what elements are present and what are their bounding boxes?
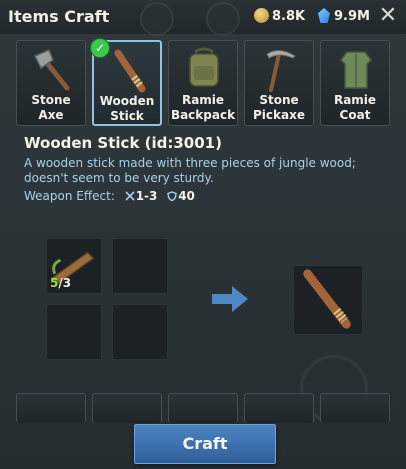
tab-ramie-backpack[interactable]: Ramie Backpack [168, 40, 238, 126]
ingredient-slot[interactable]: 5/3 [46, 238, 102, 294]
window-title: Items Craft [8, 7, 110, 26]
result-slot[interactable] [293, 265, 363, 335]
ingredient-slot-empty [46, 304, 102, 360]
arrow-right-icon [212, 286, 248, 312]
tab-label: Ramie Coat [333, 93, 377, 122]
item-description: A wooden stick made with three pieces of… [24, 156, 356, 185]
coin-counter: 8.8K [254, 8, 305, 24]
craft-button[interactable]: Craft [134, 424, 276, 464]
ingredient-count: 5/3 [50, 276, 71, 290]
tab-label: Stone Pickaxe [253, 93, 305, 122]
gem-counter: 9.9M [318, 8, 370, 24]
close-icon: ✕ [378, 3, 398, 28]
weapon-effect-label: Weapon Effect: [24, 189, 115, 203]
close-button[interactable]: ✕ [376, 3, 400, 29]
tab-label: Stone Axe [31, 93, 71, 122]
wooden-stick-icon [114, 49, 146, 93]
gem-icon [318, 8, 330, 23]
tab-more-item[interactable] [16, 393, 86, 423]
tab-more-item[interactable] [168, 393, 238, 423]
ramie-backpack-icon [189, 47, 219, 87]
tab-ramie-coat[interactable]: Ramie Coat [320, 40, 390, 126]
tab-more-item[interactable] [92, 393, 162, 423]
ingredient-slot-empty [112, 238, 168, 294]
coin-icon [254, 8, 269, 23]
tab-more-item[interactable] [320, 393, 390, 423]
emblem-icon [206, 2, 240, 36]
item-info: Wooden Stick (id:3001) A wooden stick ma… [0, 128, 406, 208]
tab-wooden-stick[interactable]: ✓ Wooden Stick [90, 38, 162, 126]
defense-value: 40 [178, 189, 195, 203]
item-name: Wooden Stick (id:3001) [24, 134, 222, 152]
tab-label: Wooden Stick [99, 94, 155, 123]
tab-stone-pickaxe[interactable]: Stone Pickaxe [244, 40, 314, 126]
tab-more-item[interactable] [244, 393, 314, 423]
shield-icon [167, 191, 177, 201]
ingredient-need: /3 [58, 276, 72, 290]
item-tabs: Stone Axe ✓ Wooden Stick Ramie Backpack … [16, 38, 406, 128]
coin-amount: 8.8K [272, 9, 306, 24]
ingredient-slot-empty [112, 304, 168, 360]
stone-pickaxe-icon [266, 50, 296, 92]
gem-amount: 9.9M [334, 9, 370, 24]
header-bar: Items Craft 8.8K 9.9M ✕ [0, 0, 406, 36]
wooden-stick-icon [303, 269, 351, 329]
tab-stone-axe[interactable]: Stone Axe [16, 40, 86, 126]
stone-axe-icon [33, 49, 70, 91]
weapon-effect: Weapon Effect: 1-3 40 [24, 189, 195, 203]
swords-icon [125, 191, 135, 201]
attack-value: 1-3 [135, 189, 158, 203]
selected-check-icon: ✓ [90, 38, 110, 58]
ramie-coat-icon [340, 51, 372, 89]
tab-label: Ramie Backpack [170, 93, 236, 122]
emblem-icon [140, 2, 174, 36]
